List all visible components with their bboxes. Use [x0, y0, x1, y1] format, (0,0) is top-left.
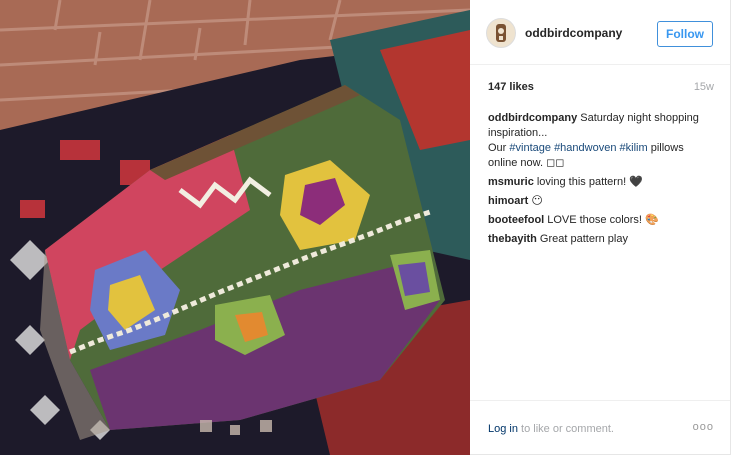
- hashtag-handwoven[interactable]: #handwoven: [554, 142, 616, 154]
- comment-text: LOVE those colors! 🎨: [547, 214, 659, 226]
- comment: msmuric loving this pattern! 🖤: [488, 175, 714, 190]
- more-options-icon[interactable]: ooo: [693, 421, 714, 433]
- comment-author[interactable]: himoart: [488, 195, 528, 207]
- comment-author[interactable]: msmuric: [488, 176, 534, 188]
- comment-text: Great pattern play: [539, 233, 628, 245]
- caption-author[interactable]: oddbirdcompany: [488, 112, 577, 124]
- hashtag-vintage[interactable]: #vintage: [509, 142, 551, 154]
- comment-author[interactable]: booteefool: [488, 214, 544, 226]
- caption: oddbirdcompany Saturday night shopping in…: [488, 111, 714, 171]
- likes-count[interactable]: 147 likes: [488, 81, 534, 93]
- follow-button[interactable]: Follow: [657, 21, 713, 47]
- post-sidebar: oddbirdcompany Follow 147 likes 15w oddb…: [470, 0, 730, 455]
- post-stats: 147 likes 15w: [488, 81, 714, 93]
- comment-text: loving this pattern! 🖤: [536, 176, 643, 188]
- comment-text: 😶: [531, 195, 543, 207]
- post-username[interactable]: oddbirdcompany: [525, 26, 622, 40]
- comment-author[interactable]: thebayith: [488, 233, 537, 245]
- avatar[interactable]: [486, 18, 516, 48]
- caption-our: Our: [488, 142, 507, 154]
- login-rest: to like or comment.: [517, 423, 614, 435]
- instagram-post: oddbirdcompany Follow 147 likes 15w oddb…: [0, 0, 731, 455]
- comments-list: oddbirdcompany Saturday night shopping in…: [488, 111, 714, 251]
- post-footer: Log in to like or comment. ooo: [470, 400, 730, 455]
- post-time[interactable]: 15w: [694, 81, 714, 93]
- post-photo[interactable]: [0, 0, 470, 455]
- post-header: oddbirdcompany Follow: [470, 0, 730, 65]
- login-link[interactable]: Log in: [488, 423, 518, 435]
- login-prompt: Log in to like or comment.: [488, 423, 614, 435]
- comment: himoart 😶: [488, 194, 714, 209]
- hashtag-kilim[interactable]: #kilim: [620, 142, 648, 154]
- comment: thebayith Great pattern play: [488, 232, 714, 247]
- comment: booteefool LOVE those colors! 🎨: [488, 213, 714, 228]
- bird-logo-icon: [496, 24, 506, 42]
- kilim-pillow-image: [0, 0, 470, 455]
